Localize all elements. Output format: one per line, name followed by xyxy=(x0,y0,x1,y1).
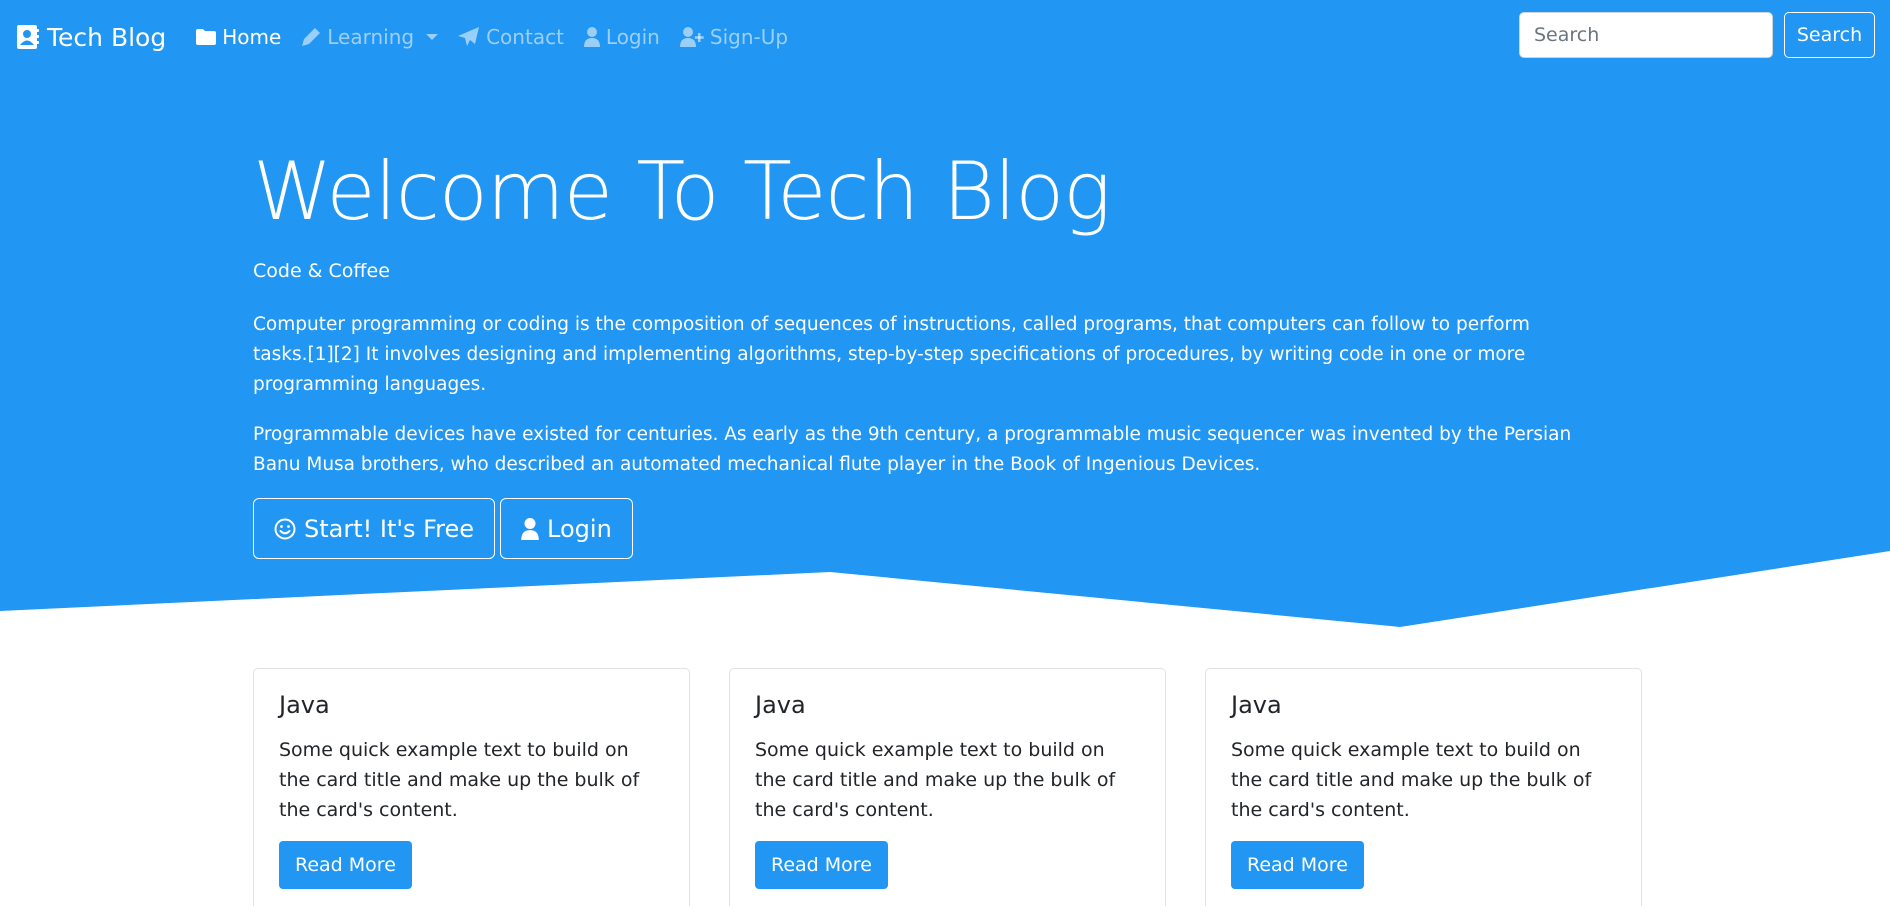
user-plus-icon xyxy=(679,27,704,47)
brand-link[interactable]: Tech Blog xyxy=(17,23,166,52)
read-more-button[interactable]: Read More xyxy=(1231,841,1364,889)
card-row: Java Some quick example text to build on… xyxy=(253,668,1642,906)
read-more-button[interactable]: Read More xyxy=(755,841,888,889)
login-button[interactable]: Login xyxy=(500,498,633,559)
page-title: Welcome To Tech Blog xyxy=(253,145,1111,238)
intro-paragraph: Computer programming or coding is the co… xyxy=(253,314,1530,395)
hero-buttons: Start! It's Free Login xyxy=(253,498,1583,559)
nav-item-label: Learning xyxy=(327,25,415,49)
start-free-label: Start! It's Free xyxy=(304,514,475,543)
pen-icon xyxy=(302,28,321,46)
search-input[interactable] xyxy=(1519,12,1773,58)
tagline: Code & Coffee xyxy=(253,260,390,282)
card: Java Some quick example text to build on… xyxy=(1205,668,1642,906)
card-title: Java xyxy=(279,691,330,719)
search-form: Search xyxy=(1519,12,1875,58)
nav-item-login[interactable]: Login xyxy=(583,25,660,49)
nav-item-contact[interactable]: Contact xyxy=(458,25,564,49)
history-paragraph: Programmable devices have existed for ce… xyxy=(253,424,1572,475)
nav-item-signup[interactable]: Sign-Up xyxy=(679,25,789,49)
navbar: Tech Blog Home Learning Contact Login Si… xyxy=(0,0,1890,74)
start-free-button[interactable]: Start! It's Free xyxy=(253,498,496,559)
nav-item-learning[interactable]: Learning xyxy=(301,25,439,49)
smile-icon xyxy=(274,518,296,539)
nav-item-home[interactable]: Home xyxy=(196,25,281,49)
nav-item-label: Sign-Up xyxy=(709,25,789,49)
card: Java Some quick example text to build on… xyxy=(729,668,1166,906)
hero-section: Welcome To Tech Blog Code & Coffee Compu… xyxy=(253,150,1583,559)
chevron-down-icon xyxy=(426,34,439,40)
brand-name: Tech Blog xyxy=(47,22,167,52)
read-more-button[interactable]: Read More xyxy=(279,841,412,889)
folder-icon xyxy=(196,29,217,45)
user-card-icon xyxy=(17,25,39,49)
card-text: Some quick example text to build on the … xyxy=(279,739,640,821)
nav-links: Home Learning Contact Login Sign-Up xyxy=(196,25,788,49)
card: Java Some quick example text to build on… xyxy=(253,668,690,906)
nav-item-label: Contact xyxy=(486,25,564,49)
user-icon xyxy=(521,517,539,540)
nav-item-label: Home xyxy=(222,25,282,49)
card-text: Some quick example text to build on the … xyxy=(755,739,1116,821)
card-text: Some quick example text to build on the … xyxy=(1231,739,1592,821)
card-title: Java xyxy=(1231,691,1282,719)
login-label: Login xyxy=(547,514,612,543)
user-icon xyxy=(583,27,600,47)
paper-plane-icon xyxy=(458,27,480,46)
nav-item-label: Login xyxy=(605,25,660,49)
card-title: Java xyxy=(755,691,806,719)
search-button[interactable]: Search xyxy=(1784,12,1875,58)
